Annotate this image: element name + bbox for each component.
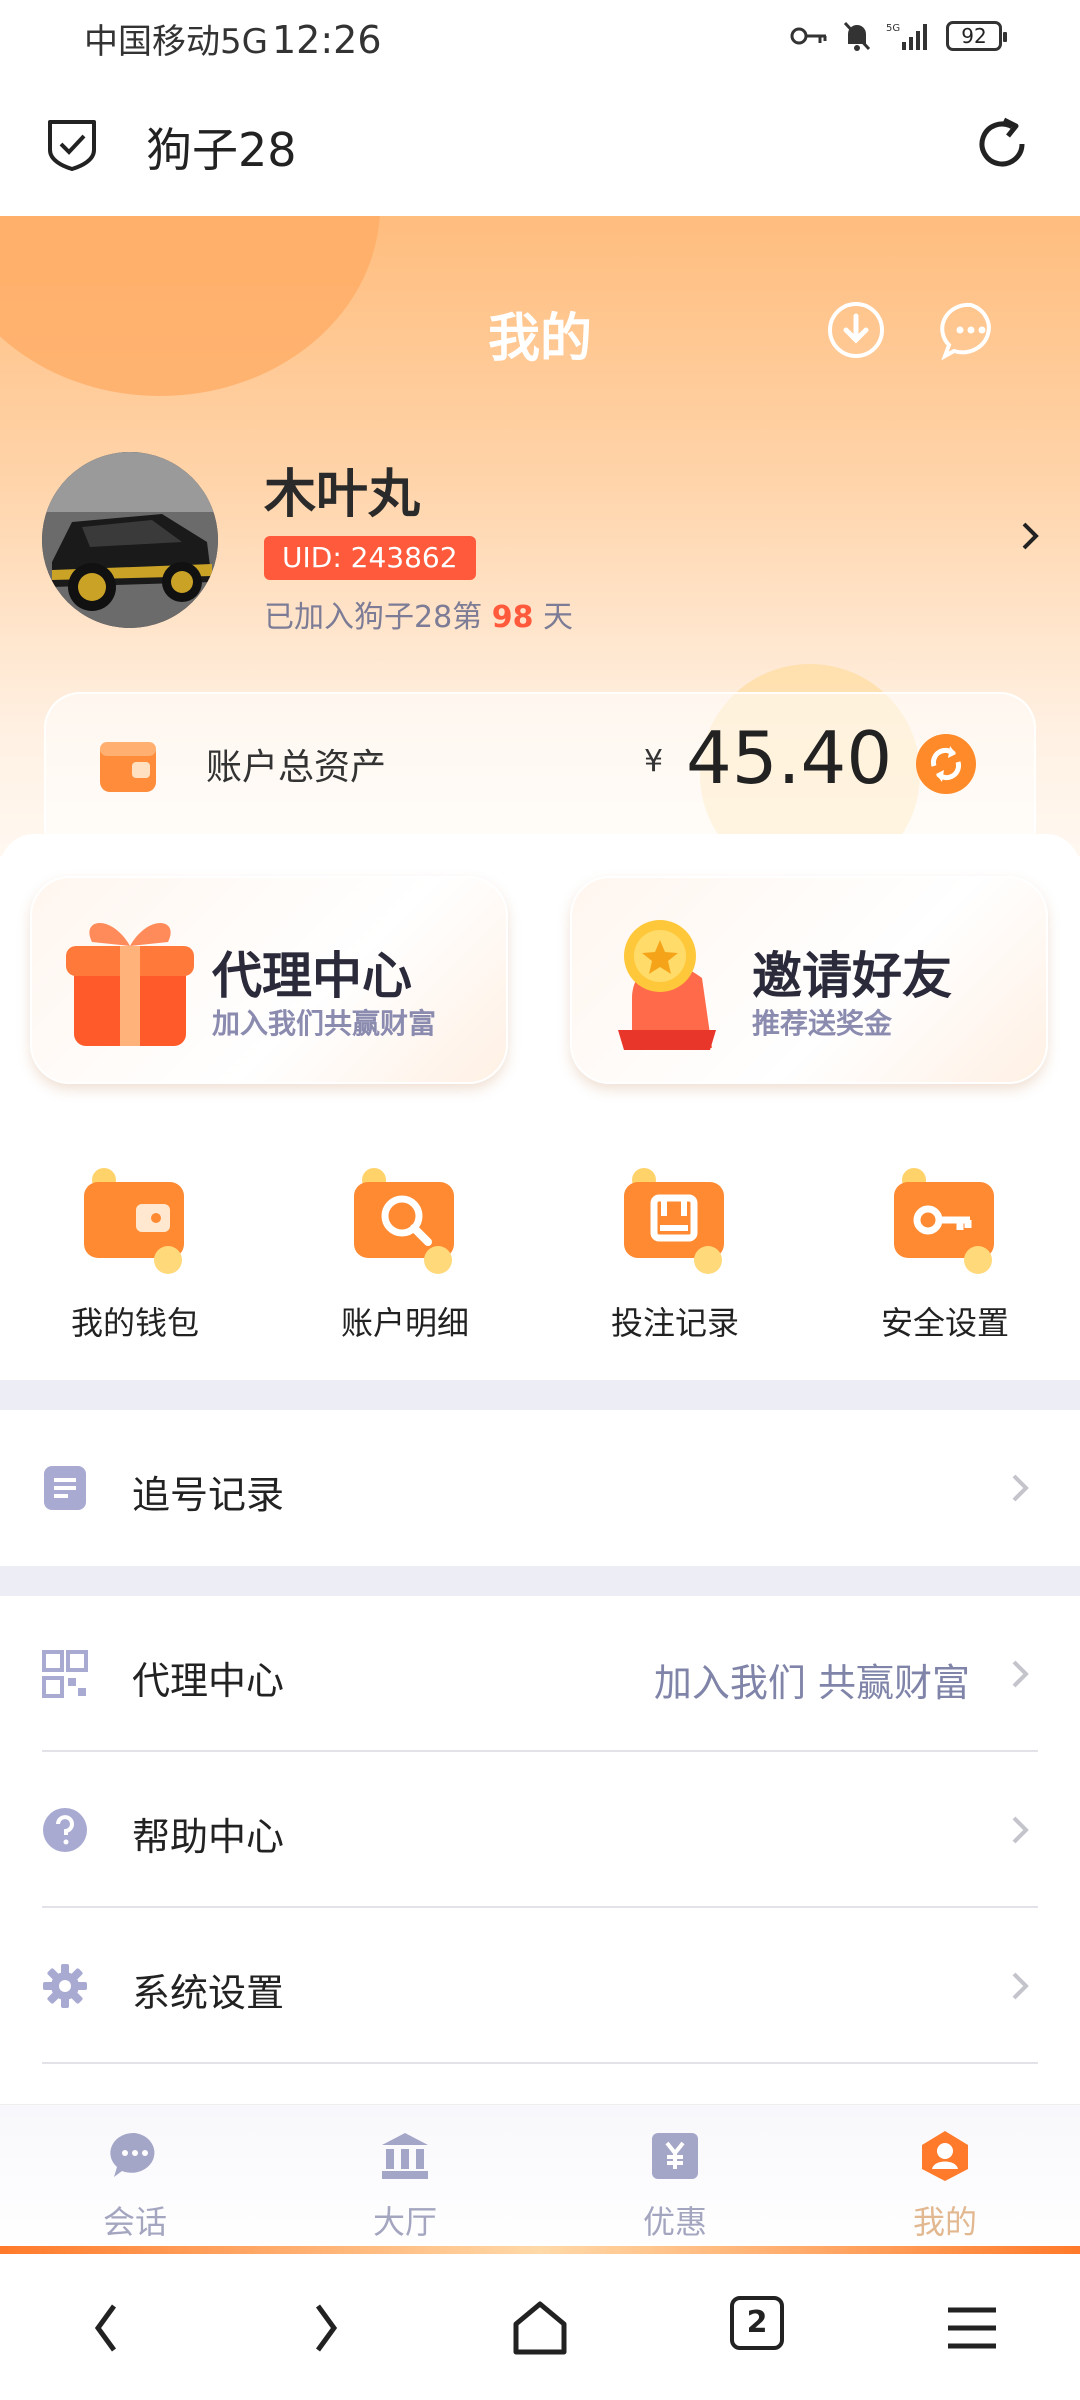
profile-header: 我的 木叶丸 UID: 243862 已加入狗子28第 98 天 账户总资产 ¥…: [0, 216, 1080, 856]
qr-code-icon: [42, 1650, 88, 1698]
main-sheet: 代理中心 加入我们共赢财富 邀请好友 推荐送奖金 我的钱包 账户明细 投注记录 …: [0, 834, 1080, 1380]
tab-mine[interactable]: 我的: [810, 2123, 1080, 2243]
menu-item-chase-records[interactable]: 追号记录: [0, 1410, 1080, 1566]
menu-item-agent-center[interactable]: 代理中心 加入我们 共赢财富: [0, 1596, 1080, 1752]
tab-label: 我的: [912, 2203, 977, 2241]
tab-label: 会话: [102, 2203, 167, 2241]
menu-label: 代理中心: [132, 1659, 285, 1703]
menu-label: 系统设置: [132, 1971, 285, 2015]
chevron-right-icon: [1012, 1474, 1029, 1502]
refresh-icon[interactable]: [972, 114, 1032, 174]
signal-icon: 5G: [886, 23, 927, 50]
message-icon[interactable]: [940, 300, 1002, 362]
clock: 12:26: [271, 18, 382, 62]
promo-subtitle: 加入我们共赢财富: [212, 1007, 437, 1040]
chevron-right-icon: [1012, 1660, 1029, 1688]
promo-subtitle: 推荐送奖金: [752, 1007, 893, 1040]
joined-days: 98: [491, 600, 534, 635]
tab-chat[interactable]: 会话: [0, 2123, 270, 2243]
svg-text:5G: 5G: [886, 23, 900, 34]
key-icon: [894, 1168, 994, 1274]
promo-invite-friends[interactable]: 邀请好友 推荐送奖金: [570, 876, 1048, 1084]
status-left: 中国移动5G 12:26: [84, 14, 382, 63]
browser-navigation: 2: [0, 2254, 1080, 2400]
gift-box-icon: [66, 923, 194, 1046]
coupon-icon: [652, 2133, 698, 2179]
section-divider: [0, 1380, 1080, 1410]
menu-icon[interactable]: [940, 2296, 1004, 2360]
promo-title: 代理中心: [212, 947, 412, 1005]
wallet-icon: [84, 1168, 184, 1274]
row-divider: [42, 2062, 1038, 2064]
menu-label: 追号记录: [132, 1473, 285, 1517]
tabs-count-button[interactable]: 2: [730, 2296, 784, 2350]
username: 木叶丸: [264, 465, 421, 525]
magnifier-icon: [354, 1168, 454, 1274]
section-divider: [0, 1566, 1080, 1596]
refresh-balance-icon[interactable]: [914, 732, 978, 796]
quick-action-account-details[interactable]: 账户明细: [270, 1164, 540, 1364]
forward-icon[interactable]: [292, 2296, 356, 2360]
coin-hand-icon: [618, 920, 716, 1050]
bottom-tab-bar: 会话 大厅 优惠 我的: [0, 2104, 1080, 2252]
download-icon[interactable]: [826, 300, 886, 360]
asset-label: 账户总资产: [206, 747, 387, 788]
battery-indicator: 92: [946, 21, 1007, 51]
app-bar: 狗子28: [0, 72, 1080, 216]
quick-action-label: 安全设置: [880, 1304, 1009, 1342]
tab-hall[interactable]: 大厅: [270, 2123, 540, 2243]
uid-badge: UID: 243862: [264, 536, 476, 580]
car-avatar-image: [42, 452, 218, 628]
tab-label: 大厅: [372, 2203, 437, 2241]
gear-icon: [43, 1964, 87, 2008]
question-icon: [43, 1808, 87, 1852]
app-title: 狗子28: [146, 123, 297, 177]
page-title: 我的: [487, 309, 592, 369]
record-icon: [624, 1168, 724, 1274]
tab-promotions[interactable]: 优惠: [540, 2123, 810, 2243]
menu-label: 帮助中心: [132, 1815, 285, 1859]
menu-item-help-center[interactable]: 帮助中心: [0, 1752, 1080, 1908]
chevron-right-icon: [1012, 1972, 1029, 2000]
promo-agent-center[interactable]: 代理中心 加入我们共赢财富: [30, 876, 508, 1084]
quick-action-label: 我的钱包: [70, 1304, 199, 1342]
home-icon[interactable]: [508, 2296, 572, 2360]
mute-bell-icon: [843, 21, 871, 51]
shield-check-icon[interactable]: [44, 116, 100, 172]
tab-indicator-bar: [0, 2246, 1080, 2254]
chevron-right-icon[interactable]: [1010, 516, 1050, 556]
vpn-key-icon: [790, 27, 827, 45]
joined-suffix: 天: [543, 600, 574, 635]
quick-action-label: 投注记录: [610, 1304, 739, 1342]
chevron-right-icon: [1012, 1816, 1029, 1844]
tab-label: 优惠: [642, 2203, 707, 2241]
joined-prefix: 已加入狗子28第: [264, 600, 483, 635]
hall-icon: [382, 2133, 428, 2179]
quick-action-security[interactable]: 安全设置: [810, 1164, 1080, 1364]
quick-action-wallet[interactable]: 我的钱包: [0, 1164, 270, 1364]
chat-bubble-icon: [110, 2132, 155, 2177]
quick-action-bet-records[interactable]: 投注记录: [540, 1164, 810, 1364]
back-icon[interactable]: [76, 2296, 140, 2360]
avatar[interactable]: [42, 452, 218, 628]
user-icon: [922, 2131, 968, 2181]
asset-card: 账户总资产 ¥ 45.40: [44, 692, 1036, 856]
carrier-label: 中国移动5G: [84, 22, 268, 62]
promo-title: 邀请好友: [752, 947, 952, 1005]
wallet-icon: [100, 742, 156, 792]
status-bar: 中国移动5G 12:26 5G 92: [0, 0, 1080, 72]
status-icons: 5G 92: [790, 16, 1007, 56]
menu-extra: 加入我们 共赢财富: [653, 1661, 970, 1705]
joined-info: 已加入狗子28第 98 天: [264, 592, 573, 636]
menu-item-system-settings[interactable]: 系统设置: [0, 1908, 1080, 2064]
document-icon: [44, 1466, 86, 1510]
quick-action-label: 账户明细: [340, 1304, 469, 1342]
currency-symbol: ¥: [644, 744, 664, 779]
asset-amount: 45.40: [686, 716, 893, 800]
